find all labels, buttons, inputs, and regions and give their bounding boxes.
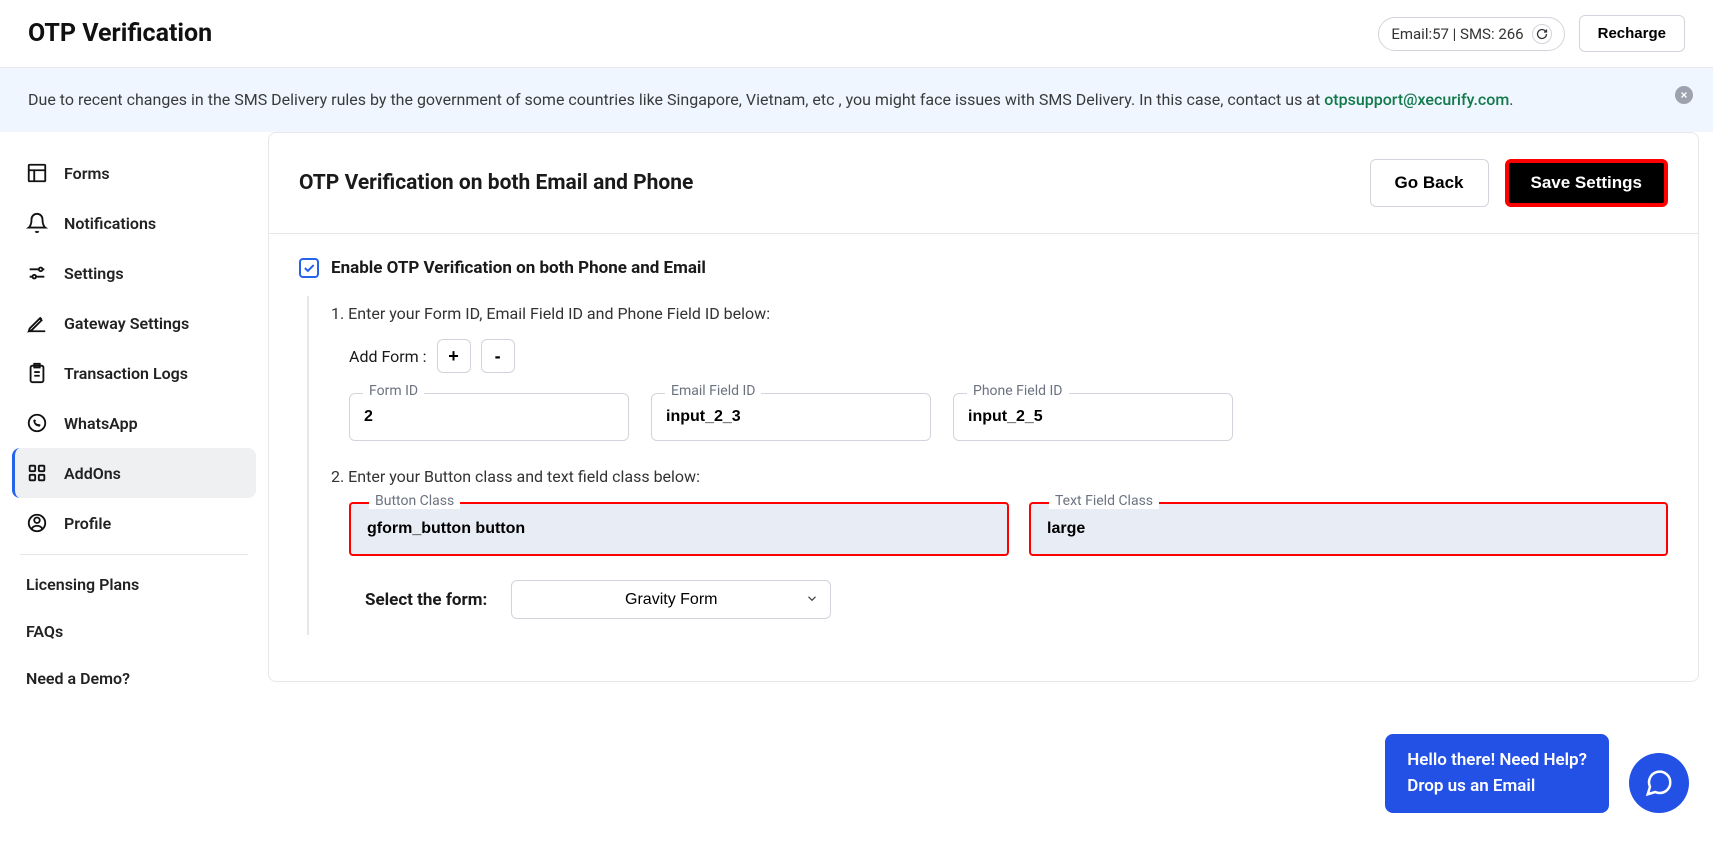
select-form-label: Select the form:: [365, 590, 487, 610]
sidebar-item-addons[interactable]: AddOns: [12, 448, 256, 498]
select-form-row: Select the form: Gravity Form: [365, 580, 1668, 619]
sidebar-item-label: Notifications: [64, 214, 156, 233]
sidebar-link-demo[interactable]: Need a Demo?: [12, 655, 256, 702]
sidebar-link-faqs[interactable]: FAQs: [12, 608, 256, 655]
close-icon[interactable]: [1675, 86, 1693, 104]
check-icon: [302, 261, 316, 275]
header: OTP Verification Email:57 | SMS: 266 Rec…: [0, 0, 1713, 68]
email-field-group: Email Field ID: [651, 393, 931, 441]
clipboard-icon: [26, 362, 48, 384]
sidebar-item-label: Settings: [64, 264, 124, 283]
card-actions: Go Back Save Settings: [1370, 159, 1668, 207]
enable-checkbox[interactable]: [299, 258, 319, 278]
chat-icon: [1644, 768, 1674, 798]
form-id-input[interactable]: [349, 393, 629, 441]
form-id-label: Form ID: [363, 383, 424, 399]
notice-text: Due to recent changes in the SMS Deliver…: [28, 90, 1324, 109]
step2-label: 2. Enter your Button class and text fiel…: [331, 467, 1668, 486]
sidebar-item-label: Gateway Settings: [64, 314, 189, 333]
card-title: OTP Verification on both Email and Phone: [299, 171, 693, 195]
field-row: Form ID Email Field ID Phone Field ID: [349, 393, 1668, 441]
add-form-row: Add Form : + -: [349, 339, 1668, 373]
help-line1: Hello there! Need Help?: [1407, 748, 1587, 774]
save-settings-button[interactable]: Save Settings: [1505, 159, 1669, 207]
usage-counter: Email:57 | SMS: 266: [1378, 17, 1564, 51]
layout-icon: [26, 162, 48, 184]
notice-banner: Due to recent changes in the SMS Deliver…: [0, 68, 1713, 132]
button-class-input[interactable]: [349, 502, 1009, 556]
select-wrap: Gravity Form: [511, 580, 831, 619]
sidebar-item-profile[interactable]: Profile: [12, 498, 256, 548]
bell-icon: [26, 212, 48, 234]
email-field-label: Email Field ID: [665, 383, 761, 399]
sidebar-item-whatsapp[interactable]: WhatsApp: [12, 398, 256, 448]
form-id-group: Form ID: [349, 393, 629, 441]
help-bubble[interactable]: Hello there! Need Help? Drop us an Email: [1385, 734, 1609, 813]
sidebar-item-forms[interactable]: Forms: [12, 148, 256, 198]
go-back-button[interactable]: Go Back: [1370, 159, 1489, 207]
user-icon: [26, 512, 48, 534]
header-actions: Email:57 | SMS: 266 Recharge: [1378, 15, 1685, 52]
button-class-label: Button Class: [369, 493, 460, 509]
sidebar-item-label: Forms: [64, 164, 110, 183]
sidebar-item-settings[interactable]: Settings: [12, 248, 256, 298]
add-form-label: Add Form :: [349, 347, 427, 366]
add-form-minus-button[interactable]: -: [481, 339, 515, 373]
usage-text: Email:57 | SMS: 266: [1391, 25, 1523, 43]
help-line2: Drop us an Email: [1407, 774, 1587, 800]
sidebar-item-label: Transaction Logs: [64, 364, 188, 383]
sidebar-item-label: WhatsApp: [64, 414, 138, 433]
form-config: 1. Enter your Form ID, Email Field ID an…: [307, 296, 1668, 635]
text-class-group: Text Field Class: [1029, 502, 1668, 556]
enable-label: Enable OTP Verification on both Phone an…: [331, 258, 706, 278]
sliders-icon: [26, 262, 48, 284]
sidebar-item-label: Profile: [64, 514, 111, 533]
sidebar: Forms Notifications Settings Gateway Set…: [0, 132, 268, 718]
form-select[interactable]: Gravity Form: [511, 580, 831, 619]
main-content: OTP Verification on both Email and Phone…: [268, 132, 1713, 718]
card-body: Enable OTP Verification on both Phone an…: [269, 234, 1698, 659]
pen-icon: [26, 312, 48, 334]
email-field-input[interactable]: [651, 393, 931, 441]
settings-card: OTP Verification on both Email and Phone…: [268, 132, 1699, 682]
notice-email-link[interactable]: otpsupport@xecurify.com: [1324, 90, 1509, 109]
sidebar-item-notifications[interactable]: Notifications: [12, 198, 256, 248]
sidebar-item-transactions[interactable]: Transaction Logs: [12, 348, 256, 398]
recharge-button[interactable]: Recharge: [1579, 15, 1685, 52]
enable-row: Enable OTP Verification on both Phone an…: [299, 258, 1668, 278]
text-class-input[interactable]: [1029, 502, 1668, 556]
grid-icon: [26, 462, 48, 484]
phone-field-input[interactable]: [953, 393, 1233, 441]
card-header: OTP Verification on both Email and Phone…: [269, 133, 1698, 234]
phone-field-label: Phone Field ID: [967, 383, 1069, 399]
whatsapp-icon: [26, 412, 48, 434]
sidebar-item-gateway[interactable]: Gateway Settings: [12, 298, 256, 348]
text-class-label: Text Field Class: [1049, 493, 1159, 509]
button-class-group: Button Class: [349, 502, 1009, 556]
class-row: Button Class Text Field Class: [349, 502, 1668, 556]
help-fab[interactable]: [1629, 753, 1689, 813]
phone-field-group: Phone Field ID: [953, 393, 1233, 441]
add-form-plus-button[interactable]: +: [437, 339, 471, 373]
sidebar-link-licensing[interactable]: Licensing Plans: [12, 561, 256, 608]
sidebar-item-label: AddOns: [64, 464, 121, 483]
refresh-icon[interactable]: [1532, 24, 1552, 44]
page-title: OTP Verification: [28, 19, 212, 48]
step1-label: 1. Enter your Form ID, Email Field ID an…: [331, 304, 1668, 323]
